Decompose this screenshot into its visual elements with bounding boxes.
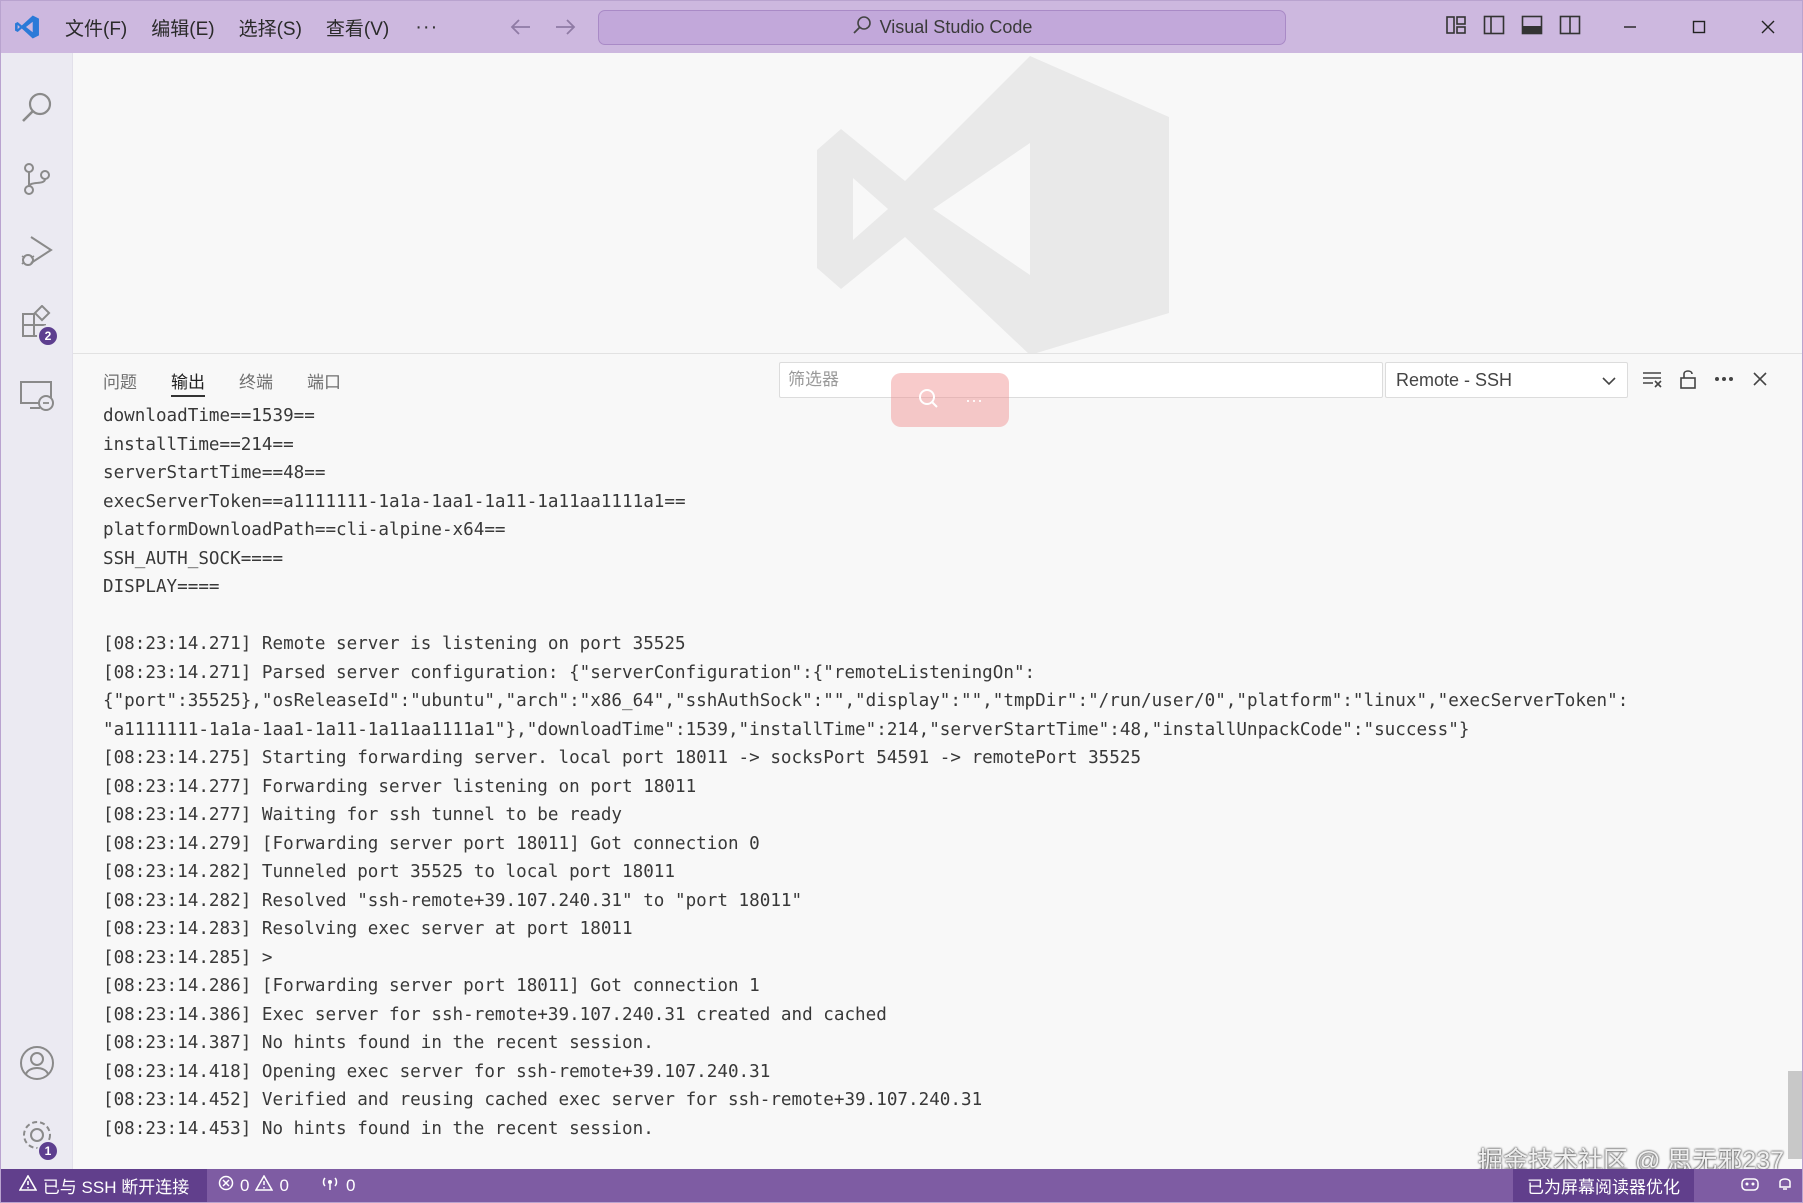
output-line: [08:23:14.386] Exec server for ssh-remot… — [103, 1004, 887, 1025]
tab-output[interactable]: 输出 — [171, 354, 205, 406]
output-line: serverStartTime==48== — [103, 463, 326, 483]
error-count: 0 — [240, 1175, 250, 1195]
forward-arrow-icon[interactable] — [554, 18, 576, 36]
panel-actions — [1641, 365, 1771, 393]
output-line: [08:23:14.452] Verified and reusing cach… — [103, 1090, 983, 1110]
panel-header: 问题 输出 终端 端口 ··· Remote - SSH — [73, 354, 1802, 427]
output-line: [08:23:14.279] [Forwarding server port 1… — [103, 833, 760, 854]
command-center-label: Visual Studio Code — [879, 17, 1033, 37]
extensions-icon[interactable]: 2 — [1, 288, 73, 358]
vscode-logo-icon — [1, 1, 53, 53]
screen-reader-status[interactable]: 已为屏幕阅读器优化 — [1513, 1169, 1694, 1202]
output-line: [08:23:14.285] > — [103, 947, 273, 968]
run-and-debug-icon[interactable] — [1, 216, 73, 286]
output-line: "a1111111-1a1a-1aa1-1a11-1a11aa1111a1"},… — [103, 719, 1470, 740]
warning-count-icon — [255, 1174, 274, 1196]
output-line: [08:23:14.418] Opening exec server for s… — [103, 1061, 771, 1082]
chevron-down-icon — [1601, 370, 1617, 391]
manage-gear-icon[interactable]: 1 — [1, 1100, 73, 1170]
back-arrow-icon[interactable] — [510, 18, 532, 36]
editor-area — [73, 53, 1802, 355]
toggle-primary-sidebar-icon[interactable] — [1482, 13, 1506, 42]
output-channel-value: Remote - SSH — [1396, 369, 1513, 390]
status-bar: 已与 SSH 断开连接 0 0 0 已为屏幕阅读器优化 — [1, 1169, 1802, 1202]
radio-tower-icon — [320, 1175, 340, 1196]
search-icon — [852, 15, 872, 40]
output-line: downloadTime==1539== — [103, 406, 315, 426]
remote-explorer-icon[interactable] — [1, 360, 73, 430]
vscode-window: 文件(F) 编辑(E) 选择(S) 查看(V) ··· Visual Studi… — [0, 0, 1803, 1203]
accounts-icon[interactable] — [1, 1028, 73, 1098]
status-right-icons — [1740, 1169, 1794, 1202]
window-controls — [1595, 1, 1802, 53]
menu-view[interactable]: 查看(V) — [314, 1, 401, 53]
panel-tabs: 问题 输出 终端 端口 — [103, 354, 341, 406]
close-panel-icon[interactable] — [1749, 365, 1771, 393]
problems-status[interactable]: 0 0 — [218, 1169, 289, 1202]
output-line: [08:23:14.283] Resolving exec server at … — [103, 919, 633, 939]
output-log[interactable]: downloadTime==1539== installTime==214== se… — [103, 402, 1793, 1143]
ports-status[interactable]: 0 — [320, 1169, 355, 1202]
extensions-badge: 2 — [37, 325, 59, 347]
output-line: [08:23:14.453] No hints found in the rec… — [103, 1118, 654, 1139]
maximize-button[interactable] — [1664, 1, 1733, 53]
command-center-search[interactable]: Visual Studio Code — [598, 10, 1286, 45]
menu-selection[interactable]: 选择(S) — [227, 1, 314, 53]
output-line: [08:23:14.277] Waiting for ssh tunnel to… — [103, 805, 623, 825]
navigation-arrows — [510, 18, 576, 36]
output-channel-select[interactable]: Remote - SSH — [1385, 362, 1628, 398]
output-line: execServerToken==a1111111-1a1a-1aa1-1a11… — [103, 491, 686, 512]
menu-bar: 文件(F) 编辑(E) 选择(S) 查看(V) ··· — [53, 1, 452, 53]
notifications-bell-icon[interactable] — [1776, 1174, 1794, 1197]
search-view-icon[interactable] — [1, 73, 73, 143]
output-scrollbar[interactable] — [1788, 1071, 1802, 1159]
output-line: [08:23:14.271] Parsed server configurati… — [103, 662, 1036, 683]
toggle-panel-icon[interactable] — [1520, 13, 1544, 42]
copilot-icon[interactable] — [1740, 1174, 1760, 1197]
more-actions-icon[interactable] — [1713, 365, 1735, 393]
ports-count: 0 — [346, 1175, 356, 1195]
menu-more-button[interactable]: ··· — [401, 16, 452, 39]
tab-problems[interactable]: 问题 — [103, 354, 137, 406]
warning-icon — [18, 1174, 38, 1196]
output-line: installTime==214== — [103, 434, 294, 455]
toggle-secondary-sidebar-icon[interactable] — [1558, 13, 1582, 42]
output-line: {"port":35525},"osReleaseId":"ubuntu","a… — [103, 691, 1629, 711]
tab-ports[interactable]: 端口 — [307, 354, 341, 406]
output-line: DISPLAY==== — [103, 577, 220, 597]
output-filter-input[interactable] — [779, 362, 1383, 398]
lock-scroll-icon[interactable] — [1677, 365, 1699, 393]
tab-terminal[interactable]: 终端 — [239, 354, 273, 406]
layout-controls — [1444, 13, 1582, 42]
source-control-icon[interactable] — [1, 144, 73, 214]
output-line: [08:23:14.275] Starting forwarding serve… — [103, 748, 1142, 768]
activity-bar: 2 1 — [1, 53, 73, 1171]
output-line: [08:23:14.282] Tunneled port 35525 to lo… — [103, 862, 675, 882]
vscode-watermark-icon — [793, 53, 1173, 358]
title-bar: 文件(F) 编辑(E) 选择(S) 查看(V) ··· Visual Studi… — [1, 1, 1802, 53]
minimize-button[interactable] — [1595, 1, 1664, 53]
clear-output-icon[interactable] — [1641, 365, 1663, 393]
output-line: [08:23:14.271] Remote server is listenin… — [103, 634, 686, 654]
close-window-button[interactable] — [1733, 1, 1802, 53]
output-line: [08:23:14.282] Resolved "ssh-remote+39.1… — [103, 890, 803, 911]
customize-layout-icon[interactable] — [1444, 13, 1468, 42]
remote-indicator[interactable]: 已与 SSH 断开连接 — [1, 1169, 207, 1202]
settings-badge: 1 — [37, 1140, 59, 1162]
bottom-panel: 问题 输出 终端 端口 ··· Remote - SSH — [73, 353, 1802, 1171]
menu-edit[interactable]: 编辑(E) — [139, 1, 226, 53]
menu-file[interactable]: 文件(F) — [53, 1, 139, 53]
warning-count: 0 — [279, 1175, 289, 1195]
output-line: [08:23:14.277] Forwarding server listeni… — [103, 776, 697, 797]
remote-status-label: 已与 SSH 断开连接 — [42, 1178, 190, 1197]
output-line: [08:23:14.387] No hints found in the rec… — [103, 1033, 654, 1053]
output-line: [08:23:14.286] [Forwarding server port 1… — [103, 976, 760, 996]
output-line: SSH_AUTH_SOCK==== — [103, 548, 284, 569]
output-line: platformDownloadPath==cli-alpine-x64== — [103, 520, 506, 540]
error-icon — [218, 1175, 234, 1196]
